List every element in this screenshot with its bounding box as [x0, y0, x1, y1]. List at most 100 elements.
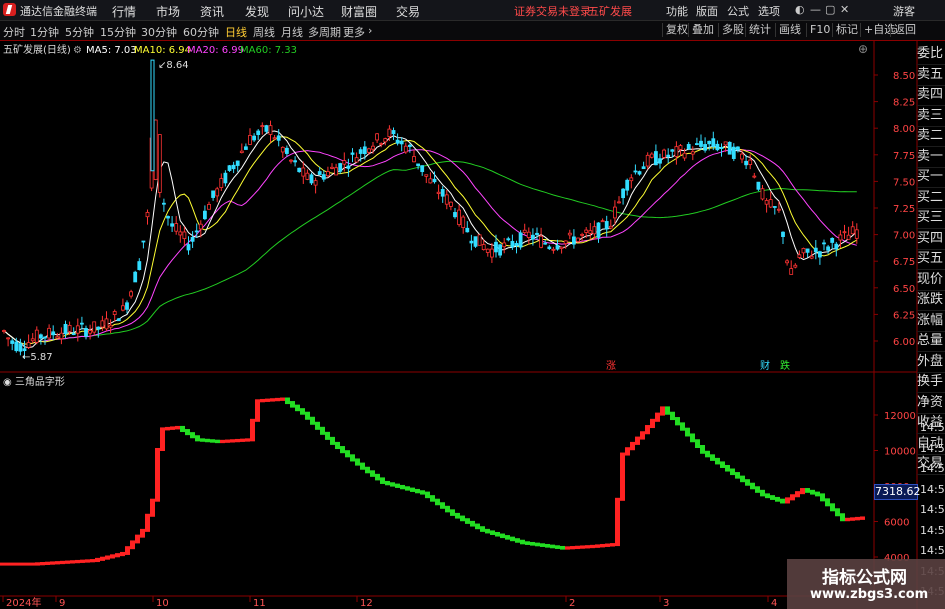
indicator-segment — [625, 447, 630, 456]
minimize-icon[interactable]: — — [810, 3, 821, 16]
side-item-4[interactable]: 卖二 — [917, 126, 945, 147]
indicator-segment — [450, 509, 455, 516]
candle-body — [481, 244, 486, 251]
menu-options[interactable]: 选项 — [758, 3, 780, 19]
period-60min[interactable]: 60分钟 — [183, 24, 219, 40]
side-item-14[interactable]: 总量 — [917, 331, 945, 352]
side-item-15[interactable]: 外盘 — [917, 352, 945, 373]
candle-body — [588, 230, 593, 234]
zoom-icon[interactable]: ⊕ — [858, 42, 868, 56]
period-realtime[interactable]: 分时 — [3, 24, 25, 40]
indicator-segment — [720, 461, 725, 468]
side-item-0[interactable]: 委比 — [917, 44, 945, 65]
side-item-12[interactable]: 涨跌 — [917, 290, 945, 311]
side-item-3[interactable]: 卖三 — [917, 106, 945, 127]
price-tick-label: 8.50 — [893, 71, 915, 82]
candle-body — [260, 125, 265, 128]
menu-formula[interactable]: 公式 — [727, 3, 749, 19]
side-item-11[interactable]: 现价 — [917, 270, 945, 291]
candle-body — [666, 154, 671, 157]
tool-mark[interactable]: 标记 — [832, 23, 861, 37]
indicator-segment — [220, 439, 225, 444]
indicator-segment — [585, 545, 590, 549]
candle-body — [293, 160, 298, 163]
candle-body — [215, 188, 220, 197]
side-item-10[interactable]: 买五 — [917, 249, 945, 270]
indicator-segment — [840, 513, 845, 522]
indicator-segment — [365, 466, 370, 474]
side-item-6[interactable]: 买一 — [917, 167, 945, 188]
indicator-tick-label: 12000 — [884, 411, 916, 422]
candle-body — [801, 248, 806, 254]
tool-adjust[interactable]: 复权 — [662, 23, 691, 37]
tool-overlay[interactable]: 叠加 — [688, 23, 717, 37]
indicator-segment — [605, 543, 610, 547]
date-label: 2 — [569, 598, 575, 609]
period-daily[interactable]: 日线 — [225, 24, 247, 40]
kline-chart[interactable]: 8.50 8.25 8.00 7.75 7.50 7.25 7.00 6.75 6.50 6.25… — [0, 40, 945, 609]
candle-body — [309, 174, 314, 184]
candle-body — [354, 157, 359, 163]
indicator-segment — [285, 397, 290, 405]
indicator-segment — [375, 473, 380, 481]
close-icon[interactable]: ✕ — [840, 3, 849, 16]
guest-label[interactable]: 游客 — [893, 3, 915, 19]
login-notice[interactable]: 证券交易未登录 — [514, 3, 591, 19]
candle-body — [756, 181, 761, 190]
candle-body — [219, 178, 224, 188]
period-monthly[interactable]: 月线 — [281, 24, 303, 40]
tool-multistock[interactable]: 多股 — [718, 23, 747, 37]
period-15min[interactable]: 15分钟 — [100, 24, 136, 40]
indicator-segment — [550, 544, 555, 549]
side-item-8[interactable]: 买三 — [917, 208, 945, 229]
period-multi[interactable]: 多周期 — [308, 24, 341, 40]
tool-back[interactable]: 返回 — [890, 23, 919, 37]
settings-gear-icon[interactable]: ⚙ — [73, 45, 82, 56]
period-more[interactable]: 更多 — [343, 24, 365, 40]
candle-body — [764, 200, 769, 205]
period-30min[interactable]: 30分钟 — [141, 24, 177, 40]
candle-body — [284, 147, 289, 154]
period-5min[interactable]: 5分钟 — [65, 24, 94, 40]
side-item-13[interactable]: 涨幅 — [917, 311, 945, 332]
period-toolbar: 分时 1分钟 5分钟 15分钟 30分钟 60分钟 日线 周线 月线 多周期 更… — [0, 21, 945, 41]
indicator-segment — [775, 496, 780, 502]
period-1min[interactable]: 1分钟 — [30, 24, 59, 40]
candle-body — [428, 178, 433, 184]
menu-trade[interactable]: 交易 — [396, 3, 420, 20]
chevron-right-icon[interactable]: › — [368, 24, 372, 37]
restore-icon[interactable]: ▢ — [825, 3, 835, 16]
side-item-7[interactable]: 买二 — [917, 188, 945, 209]
menu-layout[interactable]: 版面 — [696, 3, 718, 19]
side-item-16[interactable]: 换手 — [917, 372, 945, 393]
candle-body — [227, 165, 232, 171]
tool-draw[interactable]: 画线 — [775, 23, 804, 37]
menu-wealth[interactable]: 财富圈 — [341, 3, 377, 20]
menu-exchange[interactable]: 市场 — [156, 3, 180, 20]
side-item-17[interactable]: 净资 — [917, 393, 945, 414]
side-item-5[interactable]: 卖一 — [917, 147, 945, 168]
candle-body — [18, 343, 23, 352]
candle-body — [604, 221, 609, 230]
side-item-9[interactable]: 买四 — [917, 229, 945, 250]
candle-body — [317, 171, 322, 175]
menu-function[interactable]: 功能 — [666, 3, 688, 19]
menu-discover[interactable]: 发现 — [245, 3, 269, 20]
date-label: 10 — [156, 598, 169, 609]
indicator-segment — [205, 438, 210, 443]
tool-f10[interactable]: F10 — [806, 23, 833, 37]
side-item-1[interactable]: 卖五 — [917, 65, 945, 86]
indicator-segment — [310, 416, 315, 425]
indicator-segment — [150, 498, 155, 517]
side-item-2[interactable]: 卖四 — [917, 85, 945, 106]
indicator-label: ◉ 三角品字形 — [3, 375, 65, 388]
skin-icon[interactable]: ◐ — [795, 3, 805, 16]
candle-body — [699, 140, 703, 147]
tool-stats[interactable]: 统计 — [745, 23, 774, 37]
menu-market[interactable]: 行情 — [112, 3, 136, 20]
menu-news[interactable]: 资讯 — [200, 3, 224, 20]
period-weekly[interactable]: 周线 — [253, 24, 275, 40]
menu-assistant[interactable]: 问小达 — [288, 3, 324, 20]
candle-body — [494, 241, 498, 253]
candle-body — [125, 302, 129, 310]
